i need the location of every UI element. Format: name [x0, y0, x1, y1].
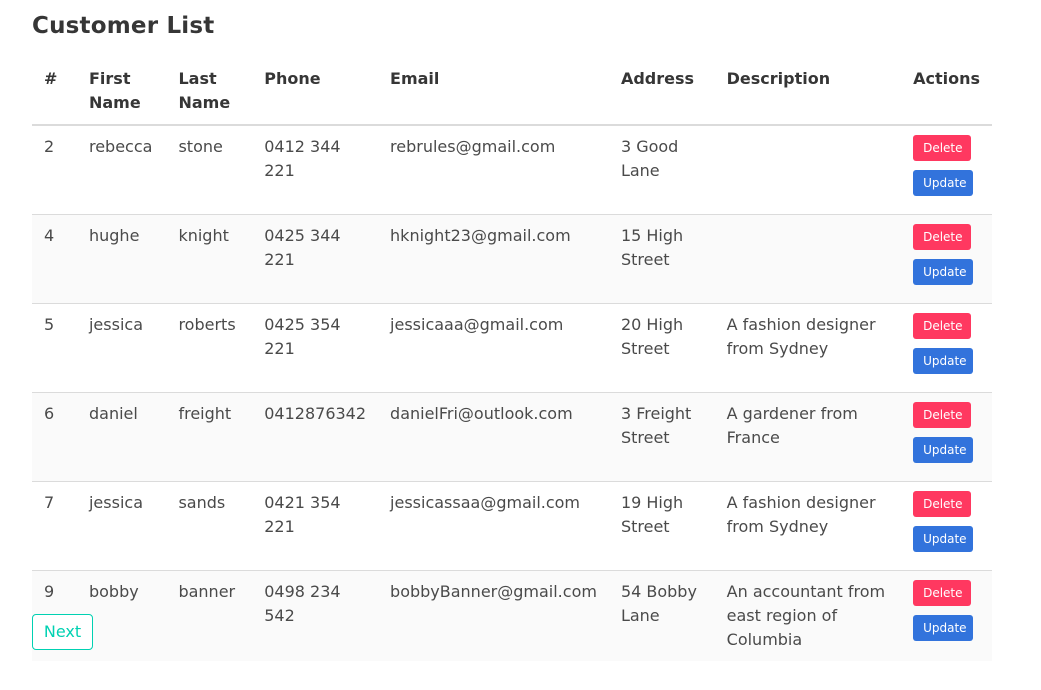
cell-num: 4 [32, 214, 77, 304]
cell-num: 6 [32, 392, 77, 482]
cell-phone: 0412876342 [252, 392, 379, 482]
delete-button[interactable]: Delete [913, 580, 972, 606]
cell-last-name: banner [166, 570, 253, 661]
header-address: Address [608, 58, 715, 126]
update-button[interactable]: Update [913, 348, 974, 374]
cell-email: jessicaaa@gmail.com [378, 303, 609, 393]
page-title: Customer List [32, 13, 215, 39]
cell-description: An accountant from east region of Columb… [714, 570, 902, 661]
cell-phone: 0498 234 542 [252, 570, 379, 661]
cell-last-name: knight [166, 214, 253, 304]
update-button[interactable]: Update [913, 437, 974, 463]
table-row: 4 hughe knight 0425 344 221 hknight23@gm… [32, 214, 992, 304]
table-row: 7 jessica sands 0421 354 221 jessicassaa… [32, 481, 992, 571]
table-body: 2 rebecca stone 0412 344 221 rebrules@gm… [32, 125, 992, 661]
table-row: 2 rebecca stone 0412 344 221 rebrules@gm… [32, 125, 992, 215]
cell-first-name: jessica [76, 303, 167, 393]
cell-email: danielFri@outlook.com [378, 392, 609, 482]
cell-address: 3 Good Lane [608, 125, 715, 215]
customer-list-page: Customer List # First Name Last Name Pho… [0, 0, 1041, 690]
cell-phone: 0421 354 221 [252, 481, 379, 571]
header-description: Description [714, 58, 902, 126]
cell-num: 2 [32, 125, 77, 215]
cell-first-name: hughe [76, 214, 167, 304]
cell-address: 3 Freight Street [608, 392, 715, 482]
cell-first-name: daniel [76, 392, 167, 482]
header-phone: Phone [252, 58, 379, 126]
cell-description [714, 214, 902, 304]
cell-actions: Delete Update [901, 303, 992, 393]
next-button[interactable]: Next [32, 614, 93, 650]
header-num: # [32, 58, 77, 126]
table-row: 5 jessica roberts 0425 354 221 jessicaaa… [32, 303, 992, 393]
cell-last-name: freight [166, 392, 253, 482]
delete-button[interactable]: Delete [913, 224, 972, 250]
cell-email: bobbyBanner@gmail.com [378, 570, 609, 661]
cell-last-name: roberts [166, 303, 253, 393]
cell-num: 7 [32, 481, 77, 571]
header-row: # First Name Last Name Phone Email Addre… [32, 58, 992, 126]
cell-address: 15 High Street [608, 214, 715, 304]
update-button[interactable]: Update [913, 526, 974, 552]
cell-actions: Delete Update [901, 392, 992, 482]
table-header: # First Name Last Name Phone Email Addre… [32, 58, 992, 126]
cell-description: A fashion designer from Sydney [714, 303, 902, 393]
customer-table: # First Name Last Name Phone Email Addre… [32, 58, 992, 661]
delete-button[interactable]: Delete [913, 135, 972, 161]
cell-email: jessicassaa@gmail.com [378, 481, 609, 571]
header-first-name: First Name [76, 58, 167, 126]
cell-description: A fashion designer from Sydney [714, 481, 902, 571]
delete-button[interactable]: Delete [913, 402, 972, 428]
cell-phone: 0425 344 221 [252, 214, 379, 304]
cell-phone: 0425 354 221 [252, 303, 379, 393]
cell-actions: Delete Update [901, 570, 992, 661]
update-button[interactable]: Update [913, 170, 974, 196]
update-button[interactable]: Update [913, 615, 974, 641]
header-email: Email [378, 58, 609, 126]
cell-last-name: sands [166, 481, 253, 571]
cell-actions: Delete Update [901, 125, 992, 215]
delete-button[interactable]: Delete [913, 491, 972, 517]
delete-button[interactable]: Delete [913, 313, 972, 339]
cell-actions: Delete Update [901, 481, 992, 571]
cell-last-name: stone [166, 125, 253, 215]
cell-address: 20 High Street [608, 303, 715, 393]
cell-phone: 0412 344 221 [252, 125, 379, 215]
header-actions: Actions [901, 58, 992, 126]
update-button[interactable]: Update [913, 259, 974, 285]
cell-email: rebrules@gmail.com [378, 125, 609, 215]
cell-address: 54 Bobby Lane [608, 570, 715, 661]
cell-email: hknight23@gmail.com [378, 214, 609, 304]
cell-actions: Delete Update [901, 214, 992, 304]
cell-description: A gardener from France [714, 392, 902, 482]
cell-num: 5 [32, 303, 77, 393]
cell-first-name: jessica [76, 481, 167, 571]
cell-first-name: rebecca [76, 125, 167, 215]
table-row: 6 daniel freight 0412876342 danielFri@ou… [32, 392, 992, 482]
cell-address: 19 High Street [608, 481, 715, 571]
cell-description [714, 125, 902, 215]
header-last-name: Last Name [166, 58, 253, 126]
table-row: 9 bobby banner 0498 234 542 bobbyBanner@… [32, 570, 992, 661]
